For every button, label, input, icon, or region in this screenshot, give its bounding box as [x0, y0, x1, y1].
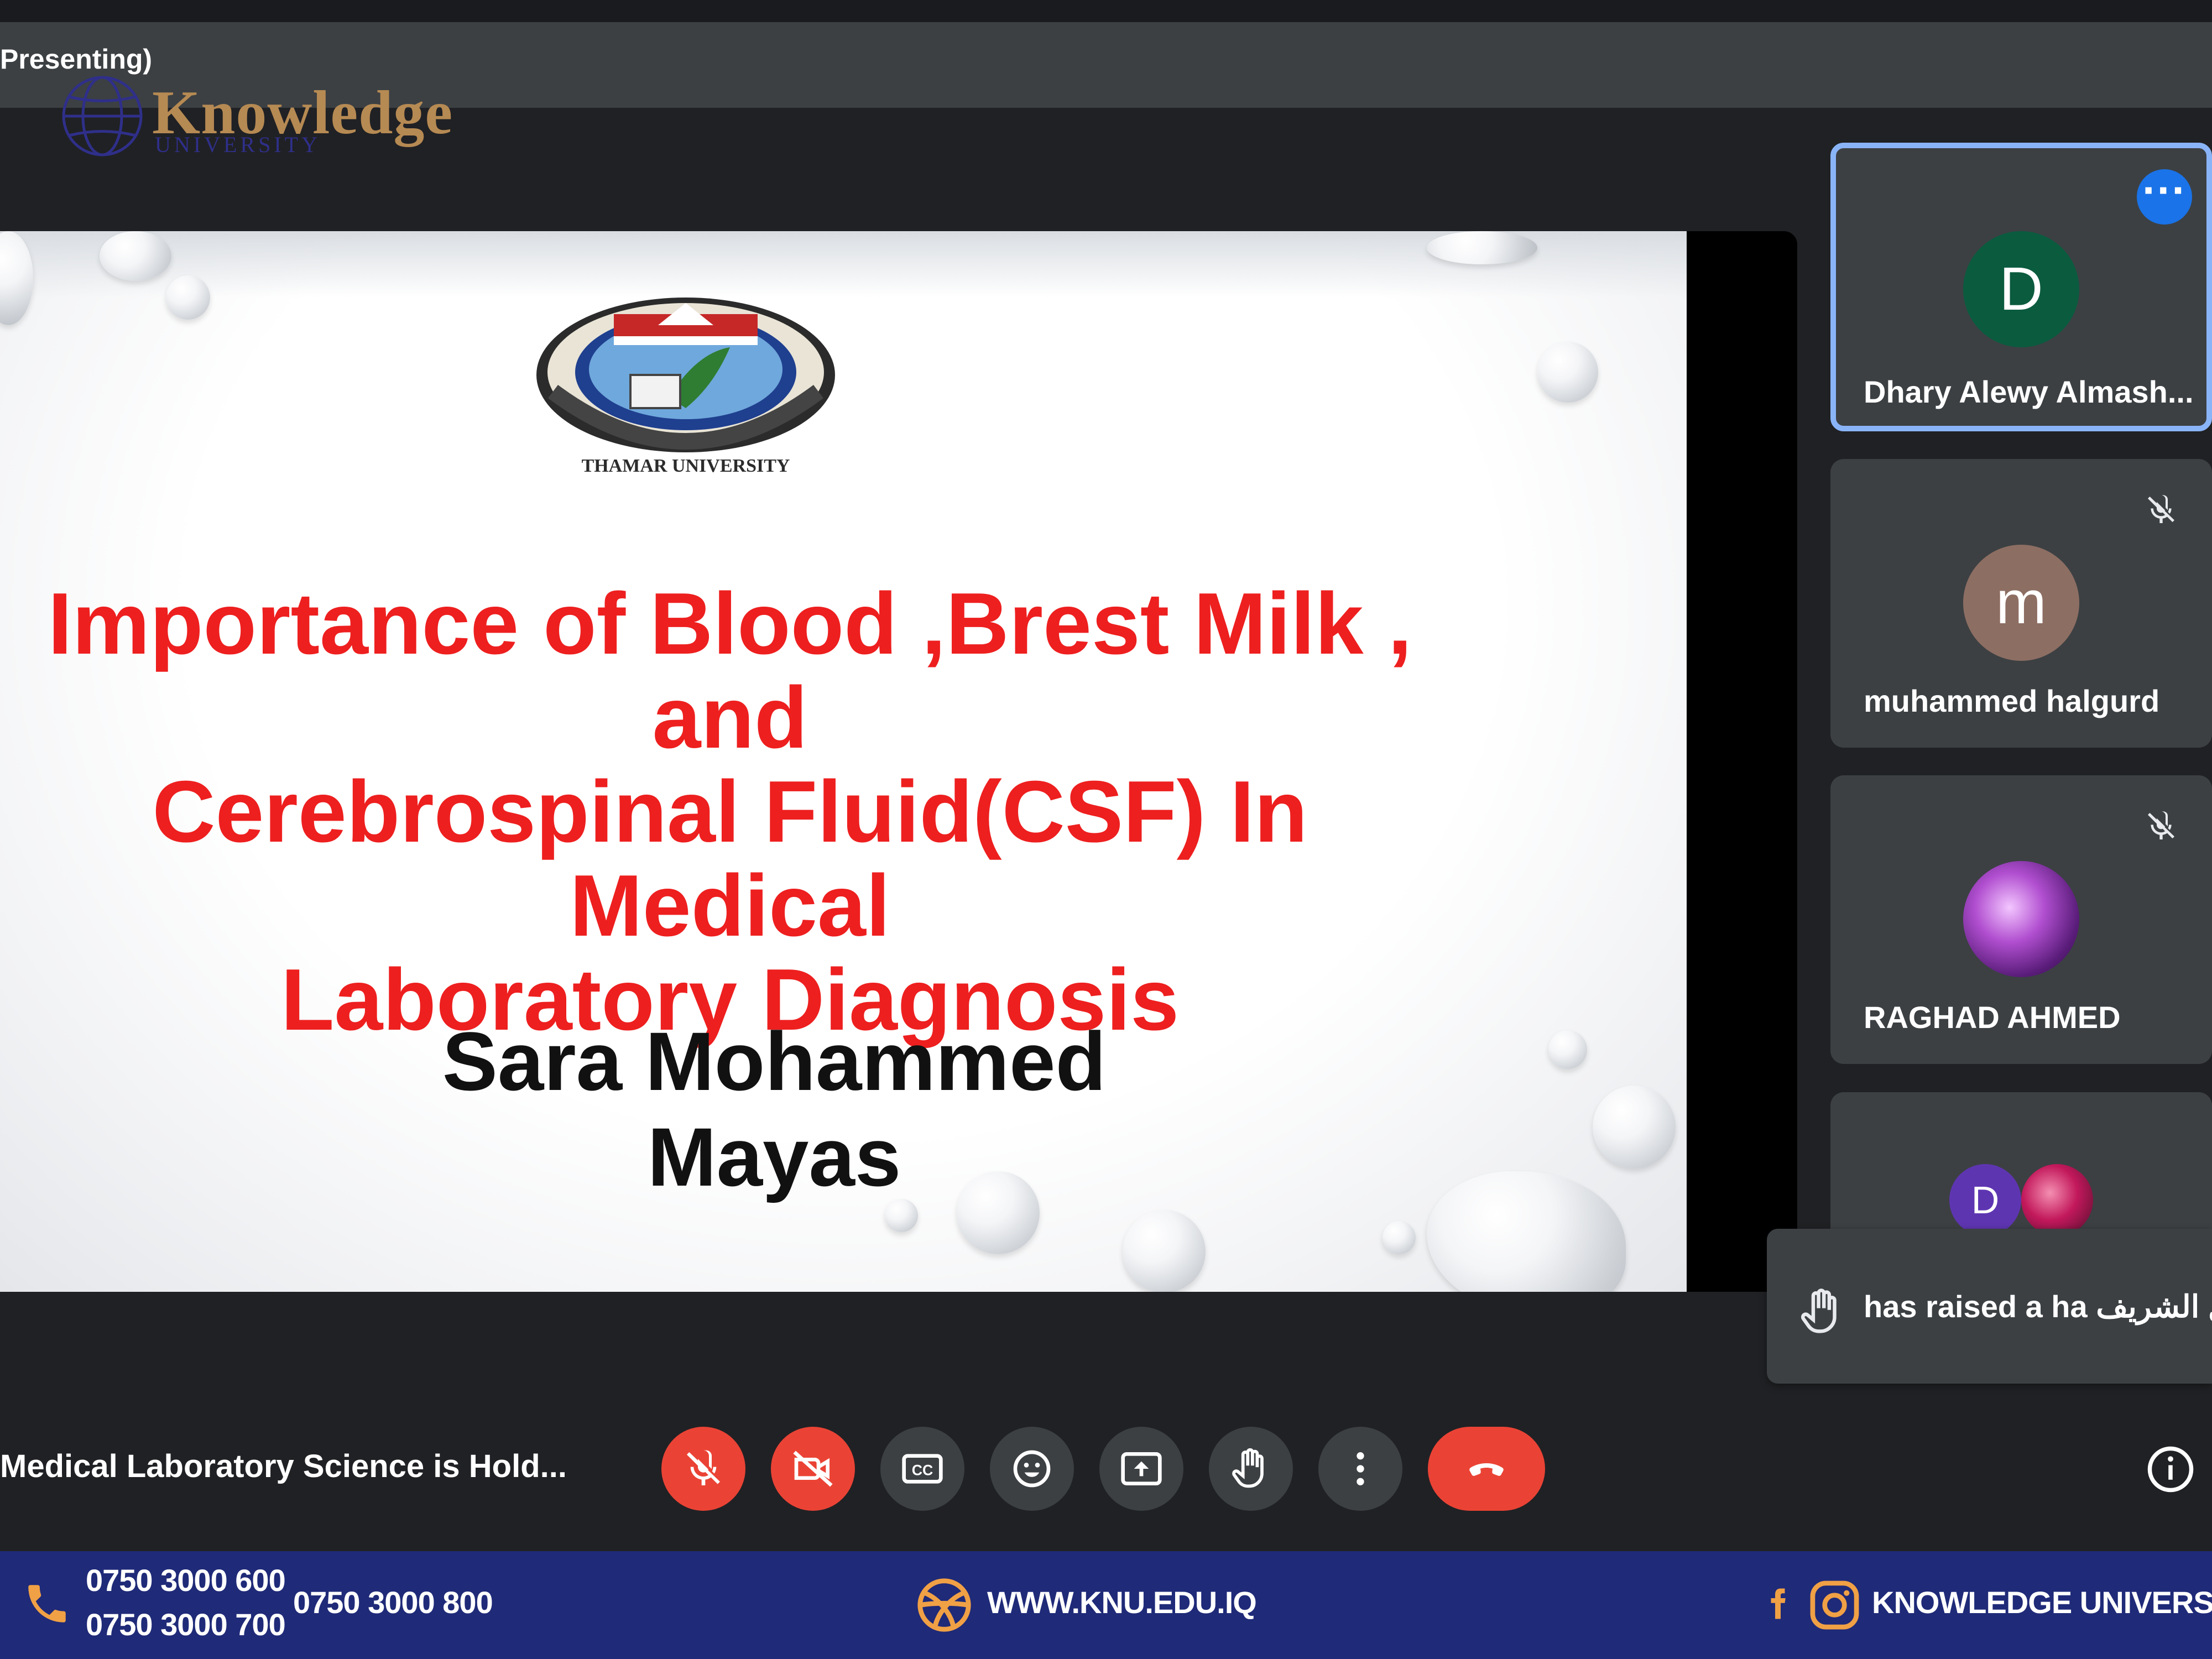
toast-text: اجلال الشريف has raised a ha	[1864, 1289, 2212, 1324]
water-drop	[1427, 231, 1537, 264]
meeting-title[interactable]: Medical Laboratory Science is Hold...	[0, 1448, 567, 1485]
instagram-icon[interactable]	[1808, 1579, 1861, 1631]
avatar: D	[1949, 1164, 2021, 1236]
leave-call-button[interactable]	[1428, 1427, 1545, 1511]
raised-hand-notification[interactable]: اجلال الشريف has raised a ha	[1767, 1229, 2212, 1384]
window-top-strip	[0, 0, 2212, 22]
phone-number: 0750 3000 600	[86, 1563, 286, 1598]
captions-icon: CC	[902, 1454, 943, 1484]
phone-icon	[28, 1585, 66, 1623]
slide-title-line: Importance of Blood ,Brest Milk , and	[48, 575, 1412, 766]
water-drop	[1548, 1030, 1587, 1069]
participant-tile[interactable]: ··· D Dhary Alewy Almash...	[1830, 143, 2212, 431]
more-options-button[interactable]	[1318, 1427, 1402, 1511]
participant-name: Dhary Alewy Almash...	[1864, 374, 2194, 409]
avatar-photo	[2021, 1164, 2093, 1236]
emblem-text: THAMAR UNIVERSITY	[582, 456, 790, 476]
water-drop	[1427, 1171, 1626, 1292]
water-drop	[1383, 1221, 1416, 1254]
phone-number: 0750 3000 800	[293, 1585, 493, 1620]
footer-banner: 0750 3000 600 0750 3000 700 0750 3000 80…	[0, 1551, 2212, 1659]
water-drop	[1123, 1210, 1206, 1292]
present-icon	[1121, 1452, 1162, 1485]
avatar-photo	[1963, 861, 2079, 977]
captions-button[interactable]: CC	[880, 1427, 964, 1511]
website-link[interactable]: WWW.KNU.EDU.IQ	[987, 1584, 1257, 1620]
water-drop	[1593, 1086, 1676, 1168]
water-drop	[1537, 342, 1598, 403]
participant-tile[interactable]: m muhammed halgurd	[1830, 459, 2212, 748]
mic-off-icon	[2148, 495, 2174, 523]
info-icon[interactable]	[2146, 1444, 2195, 1494]
camera-toggle-button[interactable]	[771, 1427, 855, 1511]
facebook-icon[interactable]	[1761, 1579, 1794, 1629]
avatar: m	[1963, 545, 2079, 661]
camera-off-icon	[793, 1451, 833, 1487]
globe-logo-icon	[62, 76, 143, 156]
more-vert-icon	[1357, 1452, 1364, 1485]
globe-icon	[917, 1578, 971, 1632]
participant-name: muhammed halgurd	[1864, 684, 2160, 718]
presenting-label: Presenting)	[0, 44, 153, 75]
knowledge-university-watermark: Knowledge UNIVERSITY	[55, 72, 452, 160]
end-call-icon	[1469, 1463, 1504, 1476]
raise-hand-icon	[1232, 1448, 1264, 1488]
slide-title-line: Cerebrospinal Fluid(CSF) In Medical	[152, 763, 1308, 954]
shared-slide: THAMAR UNIVERSITY Importance of Blood ,B…	[0, 231, 1687, 1292]
social-handle: KNOWLEDGE UNIVERSITY	[1872, 1585, 2212, 1620]
emoji-icon	[1013, 1450, 1051, 1488]
mic-off-icon	[2148, 811, 2174, 839]
mic-toggle-button[interactable]	[661, 1427, 745, 1511]
reactions-button[interactable]	[990, 1427, 1074, 1511]
participant-name: RAGHAD AHMED	[1864, 1000, 2121, 1035]
hand-icon	[1801, 1288, 1837, 1333]
water-drop	[100, 231, 171, 281]
avatar: D	[1963, 231, 2079, 347]
mic-off-icon	[687, 1450, 720, 1485]
phone-number: 0750 3000 700	[86, 1607, 286, 1642]
raise-hand-button[interactable]	[1209, 1427, 1293, 1511]
slide-title: Importance of Blood ,Brest Milk , and Ce…	[0, 577, 1460, 1047]
thamar-university-emblem: THAMAR UNIVERSITY	[536, 298, 835, 476]
more-options-icon[interactable]: ···	[2137, 168, 2192, 225]
water-drop	[166, 275, 210, 320]
svg-text:CC: CC	[912, 1462, 933, 1479]
slide-author: Sara Mohammed Mayas	[442, 1015, 1107, 1203]
brand-subtitle: UNIVERSITY	[155, 132, 321, 157]
participant-tile[interactable]: RAGHAD AHMED	[1830, 775, 2212, 1064]
present-now-button[interactable]	[1099, 1427, 1183, 1511]
